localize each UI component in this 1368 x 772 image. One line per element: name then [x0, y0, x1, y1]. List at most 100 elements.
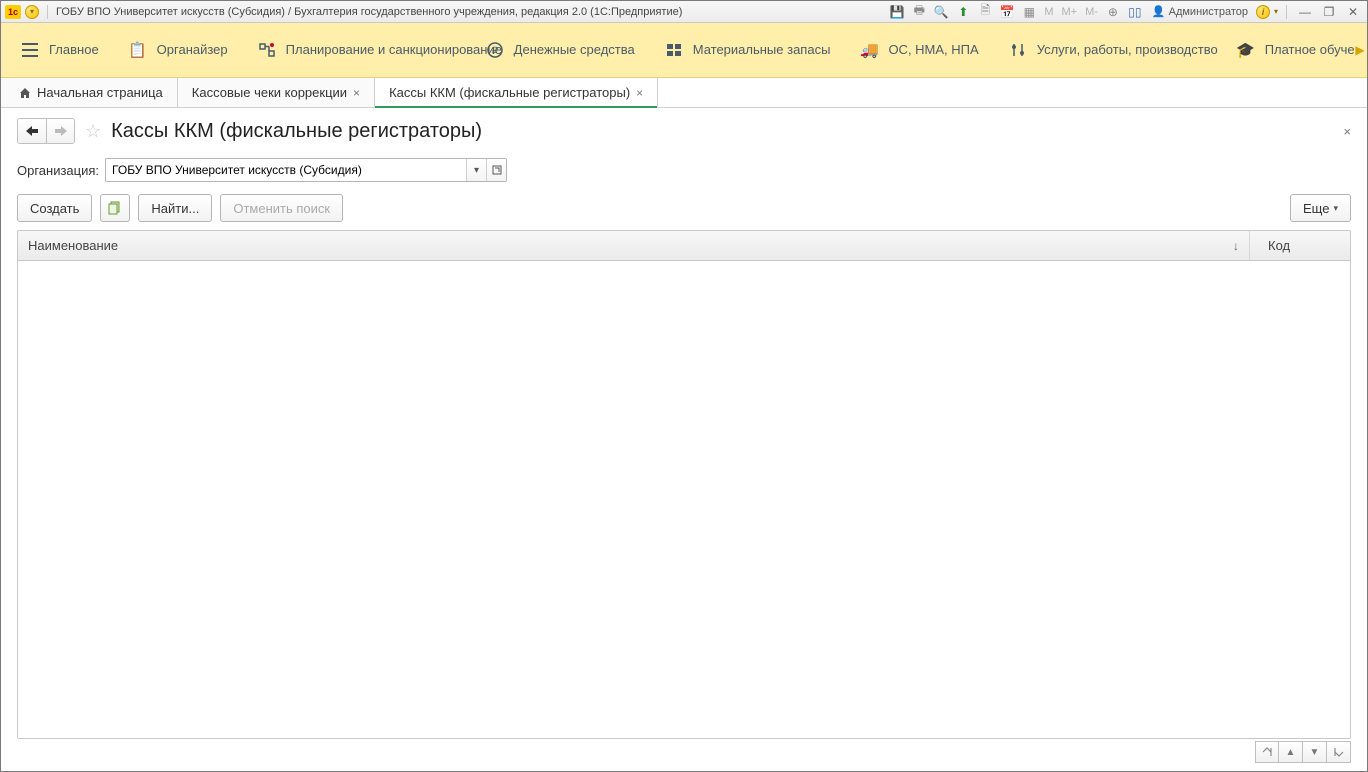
history-nav — [17, 118, 75, 144]
maximize-button[interactable]: ❐ — [1319, 5, 1339, 19]
nav-materials[interactable]: Материальные запасы — [653, 23, 843, 77]
boxes-icon — [665, 41, 683, 59]
organization-label: Организация: — [17, 163, 99, 178]
main-nav: Главное 📋 Органайзер Планирование и санк… — [1, 23, 1367, 78]
app-logo-icon: 1c — [5, 5, 21, 19]
panel-icon[interactable]: ▯▯ — [1126, 4, 1144, 20]
tabs-bar: Начальная страница Кассовые чеки коррекц… — [1, 78, 1367, 108]
column-label: Наименование — [28, 238, 118, 253]
filter-row: Организация: ▾ — [17, 158, 1351, 182]
info-dropdown-icon[interactable]: ▾ — [1274, 7, 1278, 16]
copy-button[interactable] — [100, 194, 130, 222]
user-menu[interactable]: 👤 Администратор — [1148, 5, 1252, 18]
tab-home[interactable]: Начальная страница — [1, 78, 178, 107]
svg-text:₽: ₽ — [491, 46, 498, 57]
toolbar: Создать Найти... Отменить поиск Еще ▾ — [17, 194, 1351, 222]
cancel-search-button[interactable]: Отменить поиск — [220, 194, 343, 222]
copy-icon — [108, 201, 122, 215]
separator — [1286, 5, 1287, 19]
ruble-icon: ₽ — [486, 41, 504, 59]
data-grid: Наименование ↓ Код — [17, 230, 1351, 739]
tab-kkm-registers[interactable]: Кассы ККМ (фискальные регистраторы) × — [375, 78, 658, 107]
button-label: Найти... — [151, 201, 199, 216]
back-button[interactable] — [18, 119, 46, 143]
grid-last-button[interactable] — [1327, 741, 1351, 763]
grid-first-button[interactable] — [1255, 741, 1279, 763]
column-header-name[interactable]: Наименование ↓ — [18, 231, 1250, 260]
memory-mminus-button[interactable]: M- — [1083, 6, 1100, 18]
grid-icon[interactable]: ▦ — [1020, 4, 1038, 20]
favorite-star-icon[interactable]: ☆ — [85, 121, 101, 142]
hamburger-icon — [21, 41, 39, 59]
forward-button[interactable] — [46, 119, 74, 143]
find-button[interactable]: Найти... — [138, 194, 212, 222]
tab-label: Кассы ККМ (фискальные регистраторы) — [389, 85, 630, 100]
memory-m-button[interactable]: M — [1042, 6, 1055, 18]
chevron-down-icon: ▾ — [1333, 203, 1338, 214]
plan-icon — [258, 41, 276, 59]
nav-planning[interactable]: Планирование и санкционирование — [246, 23, 468, 77]
truck-icon: 🚚 — [860, 41, 878, 59]
button-label: Создать — [30, 201, 79, 216]
nav-label: Материальные запасы — [693, 42, 831, 58]
grid-body[interactable] — [18, 261, 1350, 738]
nav-services[interactable]: Услуги, работы, производство — [997, 23, 1219, 77]
column-header-code[interactable]: Код — [1250, 231, 1350, 260]
minimize-button[interactable]: — — [1295, 5, 1315, 19]
print-icon[interactable]: 🖶 — [910, 4, 928, 20]
page-close-button[interactable]: × — [1343, 124, 1351, 139]
page-title: Кассы ККМ (фискальные регистраторы) — [111, 120, 482, 143]
sort-asc-icon: ↓ — [1233, 239, 1239, 253]
save-icon[interactable]: 💾 — [888, 4, 906, 20]
nav-money[interactable]: ₽ Денежные средства — [474, 23, 647, 77]
create-button[interactable]: Создать — [17, 194, 92, 222]
calendar-icon[interactable]: 📅 — [998, 4, 1016, 20]
nav-organizer[interactable]: 📋 Органайзер — [117, 23, 240, 77]
combo-dropdown-button[interactable]: ▾ — [466, 159, 486, 181]
export-icon[interactable]: ⬆ — [954, 4, 972, 20]
nav-scroll-right-button[interactable]: ▶ — [1353, 23, 1367, 77]
nav-label: Денежные средства — [514, 42, 635, 58]
nav-label: ОС, НМА, НПА — [888, 42, 978, 58]
zoom-icon[interactable]: ⊕ — [1104, 4, 1122, 20]
info-button[interactable]: i — [1256, 5, 1270, 19]
document-icon[interactable]: 🗎 — [976, 4, 994, 20]
tab-label: Кассовые чеки коррекции — [192, 85, 347, 100]
memory-mplus-button[interactable]: M+ — [1059, 6, 1079, 18]
button-label: Отменить поиск — [233, 201, 330, 216]
app-menu-button[interactable]: ▾ — [25, 5, 39, 19]
graduation-icon: 🎓 — [1237, 41, 1255, 59]
more-button[interactable]: Еще ▾ — [1290, 194, 1351, 222]
organization-input[interactable] — [106, 159, 466, 181]
organization-combo: ▾ — [105, 158, 507, 182]
home-icon — [19, 87, 31, 99]
window-title: ГОБУ ВПО Университет искусств (Субсидия)… — [56, 6, 682, 18]
nav-assets[interactable]: 🚚 ОС, НМА, НПА — [848, 23, 990, 77]
user-icon: 👤 — [1152, 5, 1166, 18]
nav-label: Услуги, работы, производство — [1037, 42, 1207, 58]
clipboard-icon: 📋 — [129, 41, 147, 59]
nav-main[interactable]: Главное — [9, 23, 111, 77]
nav-label: Главное — [49, 42, 99, 58]
button-label: Еще — [1303, 201, 1329, 216]
tab-close-icon[interactable]: × — [636, 86, 643, 100]
column-label: Код — [1268, 238, 1290, 253]
page-header: ☆ Кассы ККМ (фискальные регистраторы) × — [17, 118, 1351, 144]
grid-navigation: ▲ ▼ — [17, 739, 1351, 763]
nav-label: Органайзер — [157, 42, 228, 58]
title-bar: 1c ▾ ГОБУ ВПО Университет искусств (Субс… — [1, 1, 1367, 23]
nav-education[interactable]: 🎓 Платное обучение — [1225, 23, 1367, 77]
combo-open-button[interactable] — [486, 159, 506, 181]
close-button[interactable]: ✕ — [1343, 5, 1363, 19]
nav-label: Планирование и санкционирование — [286, 42, 456, 58]
preview-icon[interactable]: 🔍 — [932, 4, 950, 20]
user-name: Администратор — [1169, 6, 1248, 18]
tab-label: Начальная страница — [37, 85, 163, 100]
grid-up-button[interactable]: ▲ — [1279, 741, 1303, 763]
nav-label: Платное обучение — [1265, 42, 1367, 58]
tab-close-icon[interactable]: × — [353, 86, 360, 100]
grid-down-button[interactable]: ▼ — [1303, 741, 1327, 763]
content-area: ☆ Кассы ККМ (фискальные регистраторы) × … — [1, 108, 1367, 771]
separator — [47, 5, 48, 19]
tab-receipts-correction[interactable]: Кассовые чеки коррекции × — [178, 78, 375, 107]
